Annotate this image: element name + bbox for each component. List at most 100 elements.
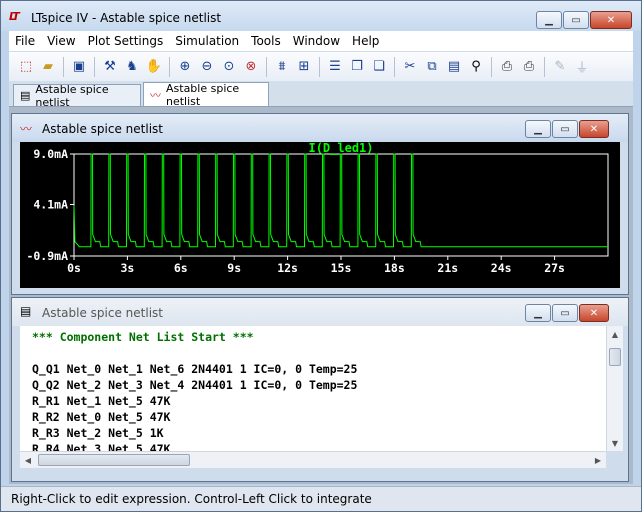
netlist-window-title-bar[interactable]: ▤ Astable spice netlist ▁ ▭ ✕: [12, 298, 628, 326]
minimize-button[interactable]: ▁: [525, 304, 551, 322]
app-window: LT LTspice IV - Astable spice netlist ▁ …: [0, 0, 642, 512]
pencil-icon[interactable]: ✎: [549, 56, 571, 78]
zoom-in-icon[interactable]: ⊕: [174, 56, 196, 78]
menu-help[interactable]: Help: [346, 34, 385, 48]
tile-vertical-icon[interactable]: ❏: [368, 56, 390, 78]
x-tick-label: 27s: [544, 261, 565, 275]
copy-icon[interactable]: ⧉: [421, 56, 443, 78]
waveform-icon: 〰: [150, 88, 161, 102]
toolbar-divider: [169, 56, 170, 77]
control-panel-icon[interactable]: ⚒: [99, 56, 121, 78]
zoom-fit-icon[interactable]: ⊙: [218, 56, 240, 78]
x-tick-label: 9s: [227, 261, 241, 275]
scroll-thumb[interactable]: [609, 348, 621, 366]
x-tick-label: 3s: [120, 261, 134, 275]
close-button[interactable]: ✕: [579, 304, 609, 322]
y-tick-label: -0.9mA: [26, 249, 68, 263]
toolbar-divider: [94, 56, 95, 77]
netlist-line: R_R2 Net_0 Net_5 47K: [32, 410, 171, 424]
open-icon[interactable]: ▰: [37, 56, 59, 78]
scroll-down-icon[interactable]: ▼: [607, 435, 623, 451]
print-icon[interactable]: ⎙: [518, 56, 540, 78]
horizontal-scrollbar[interactable]: ◀ ▶: [20, 451, 606, 468]
print-preview-icon[interactable]: ⎙: [496, 56, 518, 78]
plot-frame: [73, 153, 609, 257]
save-icon[interactable]: ▣: [68, 56, 90, 78]
scroll-thumb[interactable]: [38, 454, 190, 466]
find-icon[interactable]: ⚲: [465, 56, 487, 78]
netlist-line: *** Component Net List Start ***: [32, 330, 254, 344]
menu-tools[interactable]: Tools: [245, 34, 287, 48]
cut-icon[interactable]: ✂: [399, 56, 421, 78]
plot-settings-icon[interactable]: ⊞: [293, 56, 315, 78]
title-bar: LT LTspice IV - Astable spice netlist ▁ …: [1, 1, 641, 31]
trace-line[interactable]: [73, 153, 608, 248]
y-tick-label: 4.1mA: [33, 197, 68, 211]
waveform-icon: 〰: [20, 122, 33, 136]
scroll-left-icon[interactable]: ◀: [20, 452, 36, 468]
menu-window[interactable]: Window: [287, 34, 346, 48]
x-tick-label: 24s: [491, 261, 512, 275]
netlist-line: Q_Q2 Net_2 Net_3 Net_4 2N4401 1 IC=0, 0 …: [32, 378, 358, 392]
cascade-icon[interactable]: ❐: [346, 56, 368, 78]
y-tick-label: 9.0mA: [33, 147, 68, 161]
ground-icon[interactable]: ⏚: [571, 56, 593, 78]
document-tabs: ▤ Astable spice netlist 〰 Astable spice …: [9, 81, 633, 109]
toolbar-divider: [266, 56, 267, 77]
toolbar-divider: [319, 56, 320, 77]
x-tick-label: 12s: [277, 261, 298, 275]
vertical-scrollbar[interactable]: ▲ ▼: [606, 326, 623, 451]
netlist-window[interactable]: ▤ Astable spice netlist ▁ ▭ ✕ *** Compon…: [11, 297, 629, 482]
waveform-chart[interactable]: I(D_led1)9.0mA4.1mA-0.9mA0s 3s 6s 9s 12s 15s 1…: [20, 142, 620, 288]
toolbar-divider: [63, 56, 64, 77]
zoom-out-icon[interactable]: ⊖: [196, 56, 218, 78]
caption-buttons: ▁ ▭ ✕: [535, 11, 632, 29]
x-tick-label: 0s: [67, 261, 81, 275]
netlist-line: R_R4 Net_3 Net_5 47K: [32, 442, 171, 451]
tile-horizontal-icon[interactable]: ☰: [324, 56, 346, 78]
maximize-button[interactable]: ▭: [552, 120, 578, 138]
netlist-line: R_R1 Net_1 Net_5 47K: [32, 394, 171, 408]
minimize-button[interactable]: ▁: [525, 120, 551, 138]
tab-label: Astable spice netlist: [35, 82, 109, 109]
new-schematic-icon[interactable]: ⬚: [15, 56, 37, 78]
pan-hand-icon[interactable]: ✋: [143, 56, 165, 78]
tab-waveform[interactable]: 〰 Astable spice netlist: [143, 81, 269, 108]
netlist-doc-icon: ▤: [20, 89, 31, 102]
menu-simulation[interactable]: Simulation: [169, 34, 245, 48]
run-icon[interactable]: ♞: [121, 56, 143, 78]
x-tick-label: 6s: [174, 261, 188, 275]
netlist-line: Q_Q1 Net_0 Net_1 Net_6 2N4401 1 IC=0, 0 …: [32, 362, 358, 376]
scroll-up-icon[interactable]: ▲: [607, 326, 623, 342]
plot-window-caption-buttons: ▁ ▭ ✕: [524, 120, 609, 138]
mdi-client-area: 〰 Astable spice netlist ▁ ▭ ✕ I(D_led1) 9…: [9, 107, 633, 484]
toolbar-divider: [394, 56, 395, 77]
menu-view[interactable]: View: [41, 34, 81, 48]
autorange-icon[interactable]: ⩩: [271, 56, 293, 78]
paste-icon[interactable]: ▤: [443, 56, 465, 78]
netlist-line: R_R3 Net_2 Net_5 1K: [32, 426, 164, 440]
zoom-cancel-icon[interactable]: ⊗: [240, 56, 262, 78]
plot-window[interactable]: 〰 Astable spice netlist ▁ ▭ ✕ I(D_led1) 9…: [11, 113, 629, 295]
maximize-button[interactable]: ▭: [563, 11, 589, 29]
toolbar-divider: [544, 56, 545, 77]
plot-window-title-bar[interactable]: 〰 Astable spice netlist ▁ ▭ ✕: [12, 114, 628, 142]
menu-plot-settings[interactable]: Plot Settings: [82, 34, 170, 48]
tab-label: Astable spice netlist: [166, 81, 240, 108]
netlist-text-area[interactable]: *** Component Net List Start *** Q_Q1 Ne…: [20, 326, 606, 451]
status-bar: Right-Click to edit expression. Control-…: [1, 486, 641, 511]
maximize-button[interactable]: ▭: [552, 304, 578, 322]
close-button[interactable]: ✕: [590, 11, 632, 29]
menu-file[interactable]: File: [9, 34, 41, 48]
netlist-line: [32, 345, 606, 361]
scroll-right-icon[interactable]: ▶: [590, 452, 606, 468]
toolbar-divider: [491, 56, 492, 77]
close-button[interactable]: ✕: [579, 120, 609, 138]
plot-pane[interactable]: I(D_led1) 9.0mA 4.1mA -0.9mA 0s 3s 6s 9s 12s 15s 1…: [20, 142, 620, 288]
netlist-window-title: Astable spice netlist: [42, 306, 163, 320]
status-text: Right-Click to edit expression. Control-…: [11, 492, 372, 506]
window-title: LTspice IV - Astable spice netlist: [31, 11, 222, 25]
tab-netlist[interactable]: ▤ Astable spice netlist: [13, 82, 141, 109]
minimize-button[interactable]: ▁: [536, 11, 562, 29]
x-tick-label: 18s: [384, 261, 405, 275]
